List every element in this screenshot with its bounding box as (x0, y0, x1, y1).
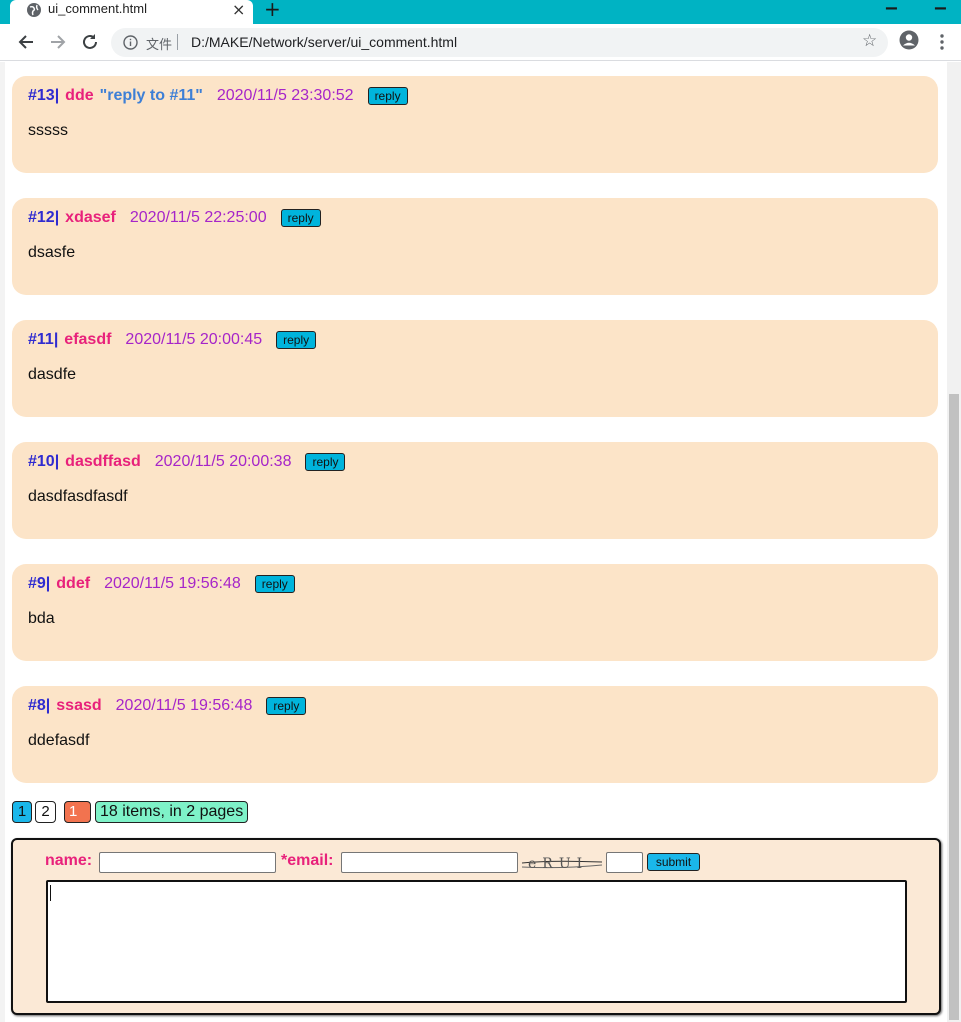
captcha-text: eRUI (528, 856, 588, 872)
comment-number: #8| (28, 697, 51, 714)
comment-author: xdasef (65, 209, 116, 226)
comment-body: bda (28, 610, 55, 627)
pagination: 1 2 1 18 items, in 2 pages (12, 801, 249, 823)
left-gutter (0, 62, 5, 1022)
page-link-2[interactable]: 2 (35, 801, 56, 823)
reply-button[interactable]: reply (367, 87, 408, 105)
divider (177, 34, 178, 50)
comment-date: 2020/11/5 23:30:52 (216, 87, 354, 104)
comment-number: #13| (28, 87, 60, 104)
globe-icon (27, 3, 41, 17)
comment-date: 2020/11/5 20:00:45 (125, 331, 263, 348)
comment-reply-to: "reply to #11" (99, 87, 203, 104)
reply-button[interactable]: reply (280, 209, 321, 227)
reply-button[interactable]: reply (254, 575, 295, 593)
comment-date: 2020/11/5 19:56:48 (104, 575, 241, 592)
comment-author: efasdf (64, 331, 112, 348)
comment-body: sssss (28, 122, 68, 139)
close-icon[interactable]: × (232, 0, 245, 19)
back-arrow-icon[interactable] (14, 30, 38, 54)
comment-header: #12| xdasef 2020/11/5 22:25:00 reply (28, 208, 321, 228)
comment-card: #11| efasdf 2020/11/5 20:00:45 reply das… (12, 320, 938, 417)
comment-number: #11| (28, 331, 59, 348)
url-text[interactable]: D:/MAKE/Network/server/ui_comment.html (191, 34, 457, 50)
comment-author: ssasd (56, 697, 102, 714)
comment-author: dasdffasd (65, 453, 141, 470)
comment-number: #12| (28, 209, 60, 226)
tab-strip: ui_comment.html × + ▁ ▁ (0, 0, 961, 24)
plus-icon[interactable]: + (264, 0, 281, 21)
address-bar[interactable]: 文件 D:/MAKE/Network/server/ui_comment.htm… (111, 28, 888, 57)
comment-body: dasdfe (28, 366, 77, 383)
comment-body: ddefasdf (28, 732, 90, 749)
captcha-image: eRUI (521, 856, 603, 872)
comment-author: dde (65, 87, 94, 104)
comment-header: #8| ssasd 2020/11/5 19:56:48 reply (28, 696, 307, 716)
star-icon[interactable]: ☆ (862, 31, 877, 51)
page-link-1[interactable]: 1 (12, 801, 32, 823)
comment-card: #13| dde "reply to #11" 2020/11/5 23:30:… (12, 76, 938, 173)
comment-card: #12| xdasef 2020/11/5 22:25:00 reply dsa… (12, 198, 938, 295)
comment-header: #13| dde "reply to #11" 2020/11/5 23:30:… (28, 86, 408, 106)
window-close-icon[interactable]: ▁ (935, 0, 946, 10)
reply-button[interactable]: reply (266, 697, 307, 715)
scrollbar-thumb[interactable] (949, 394, 959, 1020)
comment-textarea[interactable] (46, 880, 907, 1003)
captcha-field[interactable] (606, 852, 643, 873)
account-icon[interactable] (899, 30, 919, 50)
comment-date: 2020/11/5 20:00:38 (154, 453, 292, 470)
email-label: *email: (281, 852, 334, 869)
name-field[interactable] (99, 852, 276, 873)
comment-author: ddef (56, 575, 91, 592)
comment-card: #9| ddef 2020/11/5 19:56:48 reply bda (12, 564, 938, 661)
submit-button[interactable]: submit (647, 853, 700, 871)
current-page-indicator: 1 (64, 801, 91, 823)
comment-date: 2020/11/5 19:56:48 (115, 697, 253, 714)
tab-title: ui_comment.html (48, 1, 147, 16)
more-vert-icon[interactable] (935, 33, 949, 51)
comment-card: #8| ssasd 2020/11/5 19:56:48 reply ddefa… (12, 686, 938, 783)
minimize-icon[interactable]: ▁ (886, 0, 897, 10)
name-label: name: (45, 852, 93, 869)
comment-number: #10| (28, 453, 60, 470)
reply-button[interactable]: reply (276, 331, 317, 349)
scheme-label: 文件 (146, 38, 173, 53)
reload-icon[interactable] (78, 30, 102, 54)
tab-active[interactable]: ui_comment.html × (10, 0, 253, 24)
info-icon[interactable] (123, 35, 138, 50)
forward-arrow-icon[interactable] (46, 30, 70, 54)
reply-button[interactable]: reply (305, 453, 346, 471)
email-field[interactable] (341, 852, 518, 873)
comment-body: dasdfasdfasdf (28, 488, 128, 505)
comment-header: #11| efasdf 2020/11/5 20:00:45 reply (28, 330, 317, 350)
pagination-info: 18 items, in 2 pages (95, 801, 249, 823)
comment-number: #9| (28, 575, 51, 592)
text-cursor (50, 885, 51, 901)
comment-form: name: *email: eRUI submit (11, 838, 941, 1015)
comment-card: #10| dasdffasd 2020/11/5 20:00:38 reply … (12, 442, 938, 539)
browser-toolbar: 文件 D:/MAKE/Network/server/ui_comment.htm… (0, 24, 961, 61)
comment-body: dsasfe (28, 244, 76, 261)
comment-date: 2020/11/5 22:25:00 (129, 209, 267, 226)
comment-header: #10| dasdffasd 2020/11/5 20:00:38 reply (28, 452, 346, 472)
comment-header: #9| ddef 2020/11/5 19:56:48 reply (28, 574, 295, 594)
page-scrollbar[interactable] (947, 62, 961, 1022)
